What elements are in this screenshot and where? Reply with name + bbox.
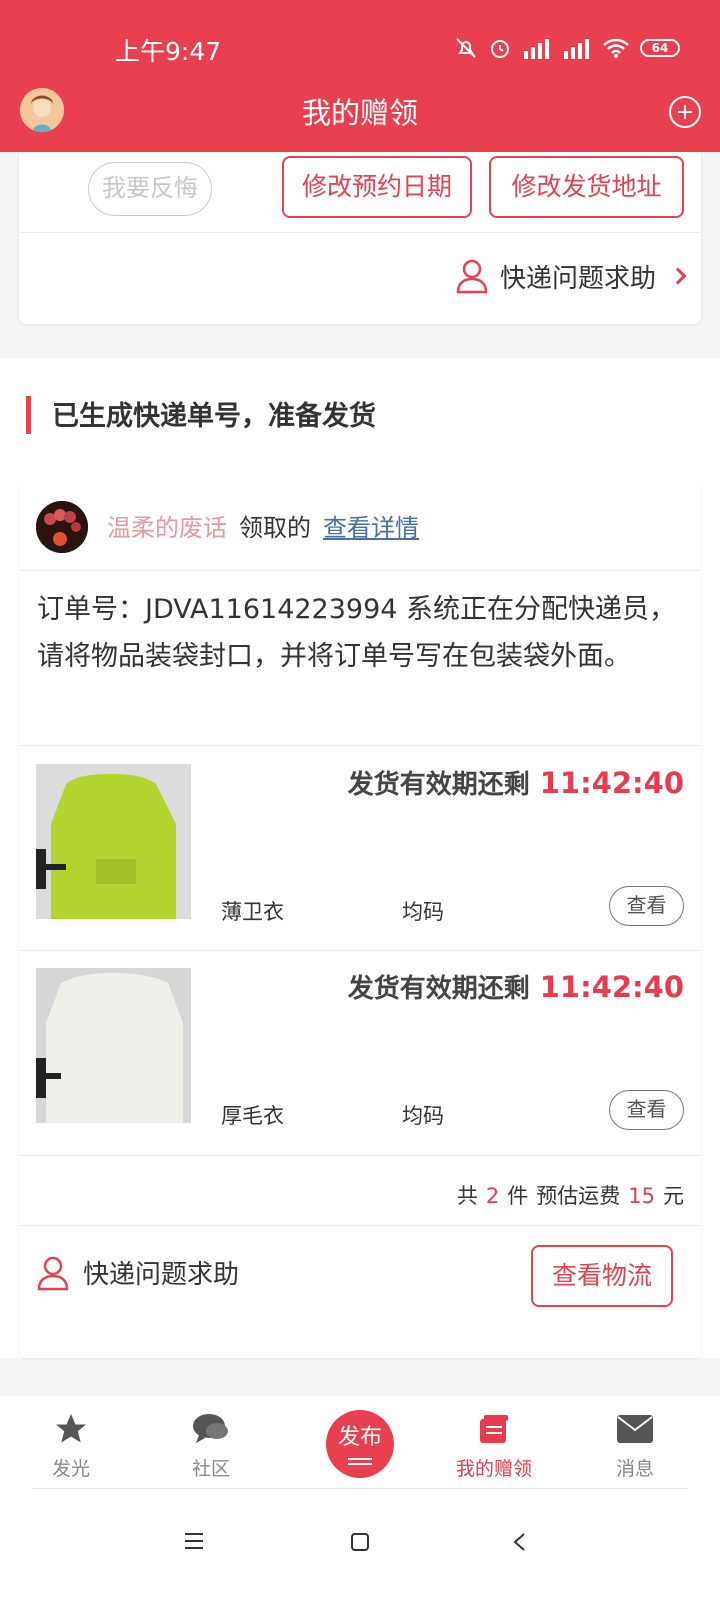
currency: 元 [663, 1184, 684, 1208]
divider [32, 1488, 688, 1489]
nav-label: 社区 [191, 1458, 230, 1480]
user-icon [456, 259, 488, 294]
change-address-button[interactable]: 修改发货地址 [489, 156, 684, 218]
owner-row: 温柔的废话 领取的 查看详情 [19, 480, 701, 570]
nav-item-community[interactable]: 社区 [161, 1410, 261, 1481]
view-item-button[interactable]: 查看 [609, 1090, 684, 1130]
item-name: 厚毛衣 [221, 1104, 284, 1128]
status-bar: 上午9:47 64 [0, 0, 720, 80]
item-name: 薄卫衣 [221, 900, 284, 924]
item-image[interactable] [36, 764, 191, 919]
back-icon[interactable] [512, 1532, 526, 1552]
gift-box-icon [480, 1415, 508, 1443]
battery-indicator: 64 [640, 39, 680, 57]
nav-label: 消息 [615, 1458, 654, 1480]
signal-icon [564, 39, 589, 59]
list-item: 发货有效期还剩 11:42:40 厚毛衣 均码 查看 [19, 950, 701, 1154]
publish-button[interactable]: 发布 [326, 1410, 394, 1478]
signal-icon [524, 39, 549, 59]
deadline-label: 发货有效期还剩 [347, 974, 530, 1004]
app-header: 上午9:47 64 我的赠领 [0, 0, 720, 152]
add-button[interactable] [669, 96, 701, 128]
divider [19, 232, 701, 233]
ship-deadline: 发货有效期还剩 11:42:40 [348, 968, 684, 1005]
regret-button[interactable]: 我要反悔 [88, 162, 212, 216]
chevron-right-icon [669, 267, 687, 285]
item-size: 均码 [402, 900, 444, 924]
deadline-label: 发货有效期还剩 [347, 770, 530, 800]
user-icon [37, 1256, 69, 1290]
status-icons: 64 [454, 36, 680, 60]
menu-icon[interactable] [184, 1532, 204, 1550]
express-help-link[interactable]: 快递问题求助 [37, 1254, 239, 1291]
divider [19, 1225, 701, 1226]
summary-unit: 件 [507, 1184, 529, 1208]
freight-amount: 15 [628, 1184, 655, 1208]
countdown-timer: 11:42:40 [539, 766, 684, 800]
express-help-label: 快递问题求助 [499, 263, 656, 294]
divider [19, 1155, 701, 1156]
nav-label: 我的赠领 [455, 1458, 532, 1480]
order-card-previous: 我要反悔 修改预约日期 修改发货地址 快递问题求助 [19, 152, 701, 324]
countdown-timer: 11:42:40 [539, 970, 684, 1004]
alarm-icon [491, 40, 509, 58]
view-item-button[interactable]: 查看 [609, 886, 684, 926]
item-image[interactable] [36, 968, 191, 1123]
section-gap [0, 1376, 720, 1396]
wifi-icon [603, 38, 629, 58]
summary-prefix: 共 [456, 1184, 478, 1208]
order-summary: 共 2 件 预估运费 15 元 [457, 1180, 684, 1210]
item-size: 均码 [402, 1104, 444, 1128]
chat-icon [193, 1414, 228, 1443]
owner-action: 领取的 [239, 514, 311, 542]
nav-item-my-gifts[interactable]: 我的赠领 [444, 1410, 544, 1481]
system-nav-bar [0, 1492, 720, 1600]
view-logistics-button[interactable]: 查看物流 [531, 1245, 673, 1307]
nav-label: 发光 [51, 1458, 90, 1480]
home-icon[interactable] [350, 1532, 370, 1552]
freight-label: 预估运费 [536, 1184, 621, 1208]
express-help-label: 快递问题求助 [83, 1260, 240, 1290]
nav-item-glow[interactable]: 发光 [21, 1410, 121, 1481]
ship-deadline: 发货有效期还剩 11:42:40 [348, 764, 684, 801]
nav-item-messages[interactable]: 消息 [585, 1410, 685, 1481]
owner-text: 温柔的废话 领取的 查看详情 [107, 508, 419, 543]
bottom-nav: 发光 社区 发布 我的赠领 消息 [0, 1396, 720, 1492]
express-help-link[interactable]: 快递问题求助 [456, 256, 687, 296]
owner-avatar[interactable] [36, 501, 88, 553]
list-item: 发货有效期还剩 11:42:40 薄卫衣 均码 查看 [19, 746, 701, 950]
item-count: 2 [485, 1184, 500, 1208]
star-icon [56, 1414, 86, 1443]
mute-bell-icon [456, 38, 476, 58]
change-date-button[interactable]: 修改预约日期 [282, 156, 472, 218]
section-title: 已生成快递单号，准备发货 [52, 401, 376, 432]
status-time: 上午9:47 [115, 37, 222, 66]
mail-icon [617, 1415, 653, 1443]
divider [19, 570, 701, 571]
order-info-text: 订单号：JDVA11614223994 系统正在分配快递员，请将物品装袋封口，并… [37, 594, 677, 672]
section-accent-bar [26, 396, 31, 434]
owner-name[interactable]: 温柔的废话 [107, 508, 227, 543]
view-details-link[interactable]: 查看详情 [323, 508, 419, 543]
order-card: 温柔的废话 领取的 查看详情 订单号：JDVA11614223994 系统正在分… [19, 480, 701, 1358]
page-title: 我的赠领 [301, 96, 418, 130]
